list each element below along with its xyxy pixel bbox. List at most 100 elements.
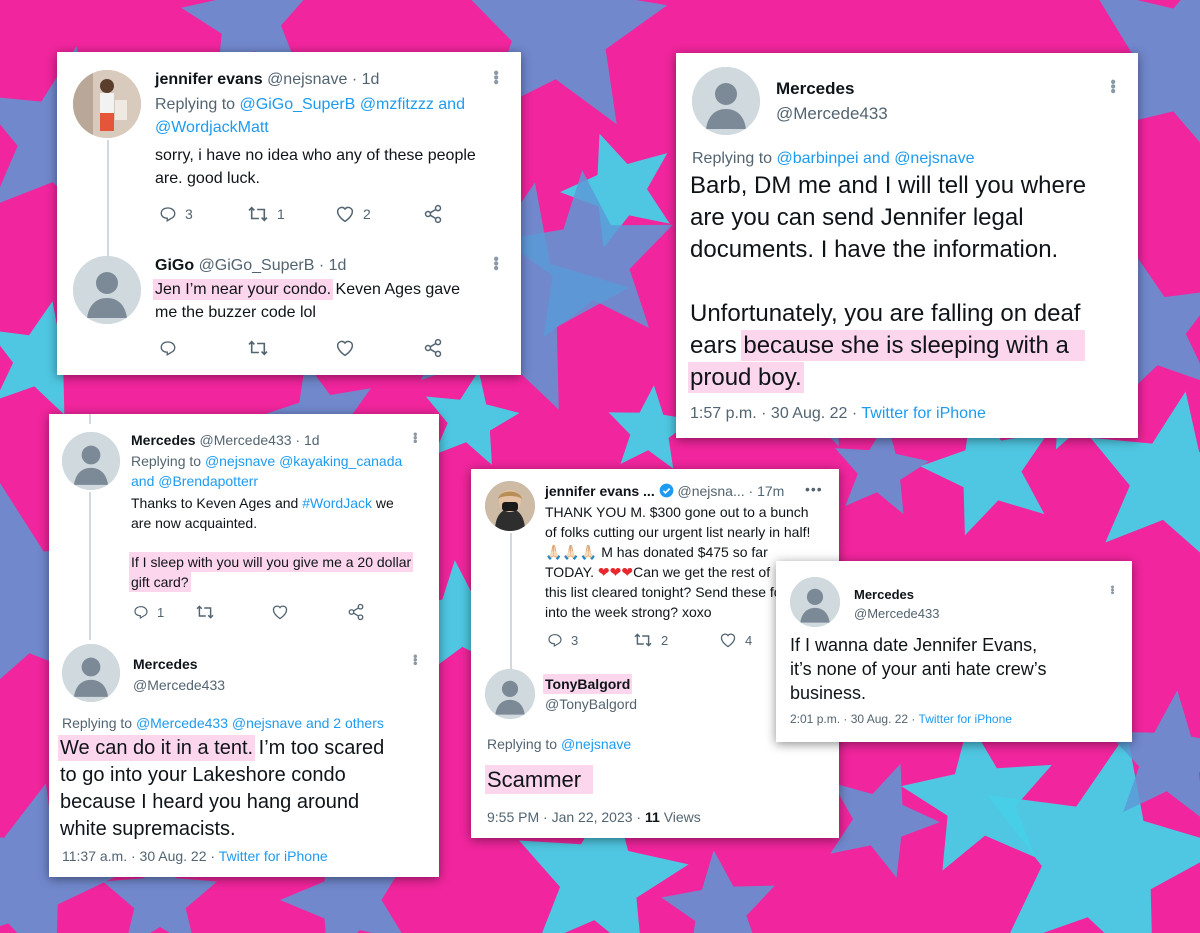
tweet-text: documents. I have the information.: [690, 236, 1059, 263]
more-icon[interactable]: •••: [408, 654, 423, 665]
default-avatar-icon: [62, 644, 120, 702]
like-button[interactable]: [335, 338, 423, 358]
thread-line: [107, 140, 109, 260]
tweet-text: THANK YOU M. $300 gone out to a bunch: [545, 504, 809, 520]
tweet-source[interactable]: Twitter for iPhone: [861, 405, 986, 422]
author-handle[interactable]: @Mercede433: [776, 104, 888, 124]
share-button[interactable]: [423, 204, 443, 224]
author-handle[interactable]: @Mercede433: [199, 432, 291, 448]
author-name[interactable]: Mercedes: [776, 79, 854, 99]
avatar-mercedes[interactable]: [790, 577, 840, 627]
retweet-button[interactable]: 2: [633, 632, 719, 648]
mention-link[interactable]: @nejsnave: [205, 453, 275, 469]
tweet-text: Scammer: [487, 767, 592, 792]
tweet-time[interactable]: · 1d: [295, 432, 319, 448]
more-icon[interactable]: •••: [487, 256, 504, 270]
mention-link[interactable]: @nejsnave: [894, 150, 974, 167]
author-name[interactable]: Mercedes: [131, 432, 196, 448]
highlighted-text: We can do it in a tent.: [60, 737, 254, 759]
more-icon[interactable]: •••: [805, 481, 823, 498]
mention-link[interactable]: @GiGo_SuperB: [240, 96, 356, 113]
mention-link[interactable]: @mzfitzzz: [360, 96, 434, 113]
retweet-button[interactable]: 1: [247, 204, 335, 224]
tweet-card-mercedes-date: Mercedes @Mercede433 ••• If I wanna date…: [776, 561, 1132, 742]
author-name[interactable]: GiGo: [155, 257, 194, 274]
author-handle[interactable]: @nejsnave: [267, 71, 347, 88]
like-icon: [720, 633, 736, 648]
reply-button[interactable]: 3: [159, 204, 247, 224]
tweet-text: TODAY.: [545, 564, 595, 580]
heart-emoji: ❤❤❤: [597, 564, 634, 580]
author-handle[interactable]: @Mercede433: [854, 606, 939, 622]
author-handle[interactable]: @TonyBalgord: [545, 696, 637, 713]
tweet-text: are you can send Jennifer legal: [690, 204, 1024, 231]
avatar-mercedes[interactable]: [62, 432, 120, 490]
author-name[interactable]: jennifer evans: [155, 71, 263, 88]
tweet-source[interactable]: Twitter for iPhone: [219, 848, 328, 864]
reply-count: 3: [571, 632, 579, 648]
mention-link[interactable]: @Mercede433: [136, 715, 228, 731]
mention-link[interactable]: @WordjackMatt: [155, 118, 269, 137]
author-name[interactable]: Mercedes: [133, 656, 198, 673]
tweet-actions: 3 1 2: [159, 204, 443, 224]
reply-button[interactable]: 3: [547, 632, 633, 648]
mention-link[interactable]: and: [438, 96, 465, 113]
tweet-timestamp[interactable]: 9:55 PM · Jan 22, 2023 ·: [487, 809, 641, 825]
tweet-text: me the buzzer code lol: [155, 304, 316, 321]
mention-link[interactable]: and 2 others: [306, 715, 384, 731]
tweet-timestamp[interactable]: 11:37 a.m. · 30 Aug. 22 ·: [62, 848, 215, 864]
reply-button[interactable]: [159, 338, 247, 358]
author-handle[interactable]: @Mercede433: [133, 677, 225, 694]
tweet-timestamp[interactable]: 2:01 p.m. · 30 Aug. 22 ·: [790, 712, 915, 726]
like-button[interactable]: 2: [335, 204, 423, 224]
like-icon: [336, 340, 354, 357]
mention-link[interactable]: and: [131, 473, 154, 489]
tweet-actions: [159, 338, 443, 358]
avatar-mercedes[interactable]: [62, 644, 120, 702]
tweet-time[interactable]: · 1d: [352, 71, 380, 88]
mention-link[interactable]: @kayaking_canada: [279, 453, 402, 469]
tweet-actions: 1: [133, 603, 365, 621]
reply-button[interactable]: 1: [133, 603, 195, 621]
mention-link[interactable]: @barbinpei: [777, 150, 859, 167]
replying-to-label: Replying to: [131, 453, 202, 469]
author-handle[interactable]: @GiGo_SuperB: [199, 257, 315, 274]
mention-link[interactable]: @Brendapotterr: [158, 473, 258, 489]
mention-link[interactable]: @nejsnave: [561, 736, 631, 752]
highlighted-text: If I sleep with you will you give me a 2…: [131, 554, 412, 570]
tweet-text: M has donated $475 so far: [601, 544, 768, 560]
tweet-timestamp[interactable]: 1:57 p.m. · 30 Aug. 22 ·: [690, 405, 857, 422]
share-button[interactable]: [347, 603, 365, 621]
mention-link[interactable]: @nejsnave: [232, 715, 302, 731]
tweet-time[interactable]: · 1d: [319, 257, 347, 274]
avatar-mercedes[interactable]: [692, 67, 760, 135]
more-icon[interactable]: •••: [1106, 585, 1118, 594]
tweet-time[interactable]: · 17m: [749, 483, 785, 499]
highlighted-text: Jen I’m near your condo.: [155, 281, 332, 298]
retweet-button[interactable]: [195, 603, 271, 621]
avatar-tonybalgord[interactable]: [485, 669, 535, 719]
share-icon: [424, 204, 442, 224]
default-avatar-icon: [692, 67, 760, 135]
retweet-button[interactable]: [247, 338, 335, 358]
reply-icon: [134, 606, 148, 620]
mention-link[interactable]: and: [863, 150, 890, 167]
tweet-source[interactable]: Twitter for iPhone: [919, 712, 1012, 726]
like-button[interactable]: 4: [719, 632, 752, 648]
more-icon[interactable]: •••: [487, 70, 504, 84]
avatar-gigo[interactable]: [73, 256, 141, 324]
more-icon[interactable]: •••: [408, 432, 423, 443]
author-name[interactable]: TonyBalgord: [545, 676, 631, 692]
author-handle[interactable]: @nejsna...: [678, 483, 745, 499]
tweet-text: If I wanna date Jennifer Evans,: [790, 635, 1038, 655]
default-avatar-icon: [73, 256, 141, 324]
tweet-text: to go into your Lakeshore condo: [60, 764, 346, 786]
more-icon[interactable]: •••: [1104, 79, 1121, 93]
author-name[interactable]: jennifer evans ...: [545, 483, 655, 499]
share-button[interactable]: [423, 338, 443, 358]
hashtag-link[interactable]: #WordJack: [302, 495, 372, 511]
avatar-jennifer-evans[interactable]: [485, 481, 535, 531]
like-button[interactable]: [271, 603, 347, 621]
avatar-jennifer-evans[interactable]: [73, 70, 141, 138]
author-name[interactable]: Mercedes: [854, 587, 914, 603]
